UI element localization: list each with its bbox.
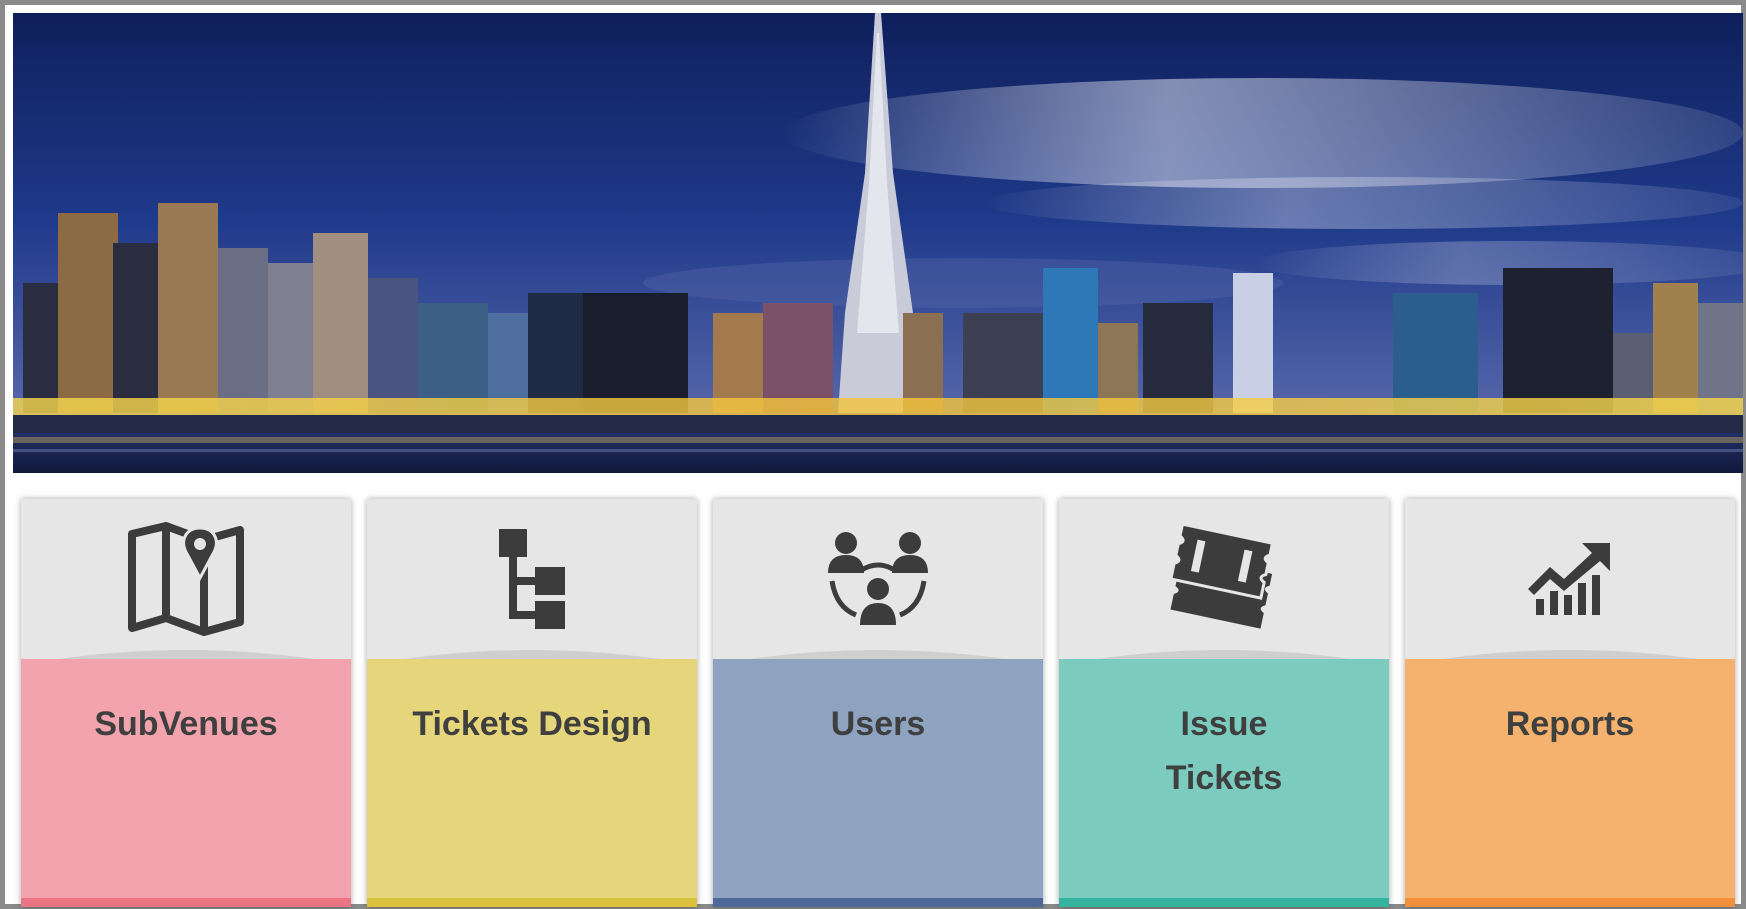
tile-reports[interactable]: Reports: [1405, 499, 1735, 907]
tile-icon-area: [1405, 499, 1735, 659]
tile-icon-area: [367, 499, 697, 659]
tile-accent-bar: [713, 898, 1043, 907]
tile-accent-bar: [1405, 898, 1735, 907]
tile-users[interactable]: Users: [713, 499, 1043, 907]
tile-accent-bar: [21, 898, 351, 907]
map-pin-icon: [126, 521, 246, 637]
tile-label: SubVenues: [94, 705, 278, 743]
hierarchy-icon: [497, 527, 567, 632]
tile-color-panel: Reports: [1405, 659, 1735, 907]
tile-color-panel: SubVenues: [21, 659, 351, 907]
city-skyline-banner: [13, 13, 1743, 473]
tile-icon-area: [1059, 499, 1389, 659]
tile-color-panel: Users: [713, 659, 1043, 907]
tile-label: Issue Tickets: [1165, 705, 1283, 797]
tile-accent-bar: [1059, 898, 1389, 907]
tile-label: Tickets Design: [412, 705, 652, 743]
dashboard-tiles: SubVenues Tickets Design Users Issue Tic…: [21, 499, 1735, 907]
tile-icon-area: [21, 499, 351, 659]
tile-issue-tickets[interactable]: Issue Tickets: [1059, 499, 1389, 907]
tile-subvenues[interactable]: SubVenues: [21, 499, 351, 907]
tile-icon-area: [713, 499, 1043, 659]
tickets-icon: [1164, 524, 1284, 634]
tile-label: Reports: [1505, 705, 1635, 743]
tile-label: Users: [830, 705, 926, 743]
tile-color-panel: Tickets Design: [367, 659, 697, 907]
users-group-icon: [826, 529, 930, 629]
chart-growth-icon: [1528, 541, 1612, 617]
app-frame: SubVenues Tickets Design Users Issue Tic…: [0, 0, 1746, 909]
tile-color-panel: Issue Tickets: [1059, 659, 1389, 907]
tile-accent-bar: [367, 898, 697, 907]
tile-tickets-design[interactable]: Tickets Design: [367, 499, 697, 907]
